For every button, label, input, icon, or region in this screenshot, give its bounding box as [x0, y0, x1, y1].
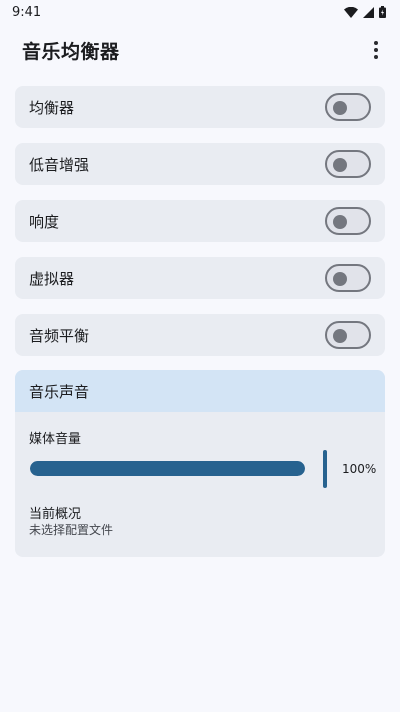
toggle-label-balance: 音频平衡: [29, 326, 90, 345]
battery-icon: [379, 6, 386, 18]
switch-knob: [333, 101, 347, 115]
app-bar: 音乐均衡器: [0, 24, 400, 76]
music-sound-card: 音乐声音 媒体音量 100% 当前概况 未选择配置文件: [15, 370, 385, 557]
media-volume-label: 媒体音量: [29, 432, 82, 447]
signal-icon: [363, 6, 374, 18]
virtualizer-switch[interactable]: [325, 264, 371, 292]
more-vert-icon[interactable]: [364, 38, 388, 62]
volume-fill: [30, 461, 305, 476]
current-profile-title: 当前概况: [29, 507, 82, 522]
switch-knob: [333, 158, 347, 172]
loudness-switch[interactable]: [325, 207, 371, 235]
bass-boost-switch[interactable]: [325, 150, 371, 178]
equalizer-switch[interactable]: [325, 93, 371, 121]
toggle-label-bass-boost: 低音增强: [29, 155, 90, 174]
current-profile-value: 未选择配置文件: [29, 523, 114, 537]
toggle-row-equalizer[interactable]: 均衡器: [15, 86, 385, 128]
media-volume-slider[interactable]: [30, 461, 305, 476]
toggle-row-bass-boost[interactable]: 低音增强: [15, 143, 385, 185]
volume-handle[interactable]: [323, 450, 327, 488]
volume-value: 100%: [342, 462, 377, 476]
toggle-label-equalizer: 均衡器: [29, 98, 75, 117]
balance-switch[interactable]: [325, 321, 371, 349]
wifi-icon: [344, 6, 358, 18]
toggle-label-virtualizer: 虚拟器: [29, 269, 75, 288]
page-title: 音乐均衡器: [22, 40, 120, 63]
status-icons: [344, 6, 386, 18]
toggle-row-virtualizer[interactable]: 虚拟器: [15, 257, 385, 299]
toggle-label-loudness: 响度: [29, 212, 60, 231]
switch-knob: [333, 272, 347, 286]
switch-knob: [333, 329, 347, 343]
music-sound-header: 音乐声音: [15, 370, 385, 412]
status-time: 9:41: [12, 4, 42, 20]
toggle-row-balance[interactable]: 音频平衡: [15, 314, 385, 356]
status-bar: 9:41: [0, 0, 400, 24]
toggle-row-loudness[interactable]: 响度: [15, 200, 385, 242]
switch-knob: [333, 215, 347, 229]
